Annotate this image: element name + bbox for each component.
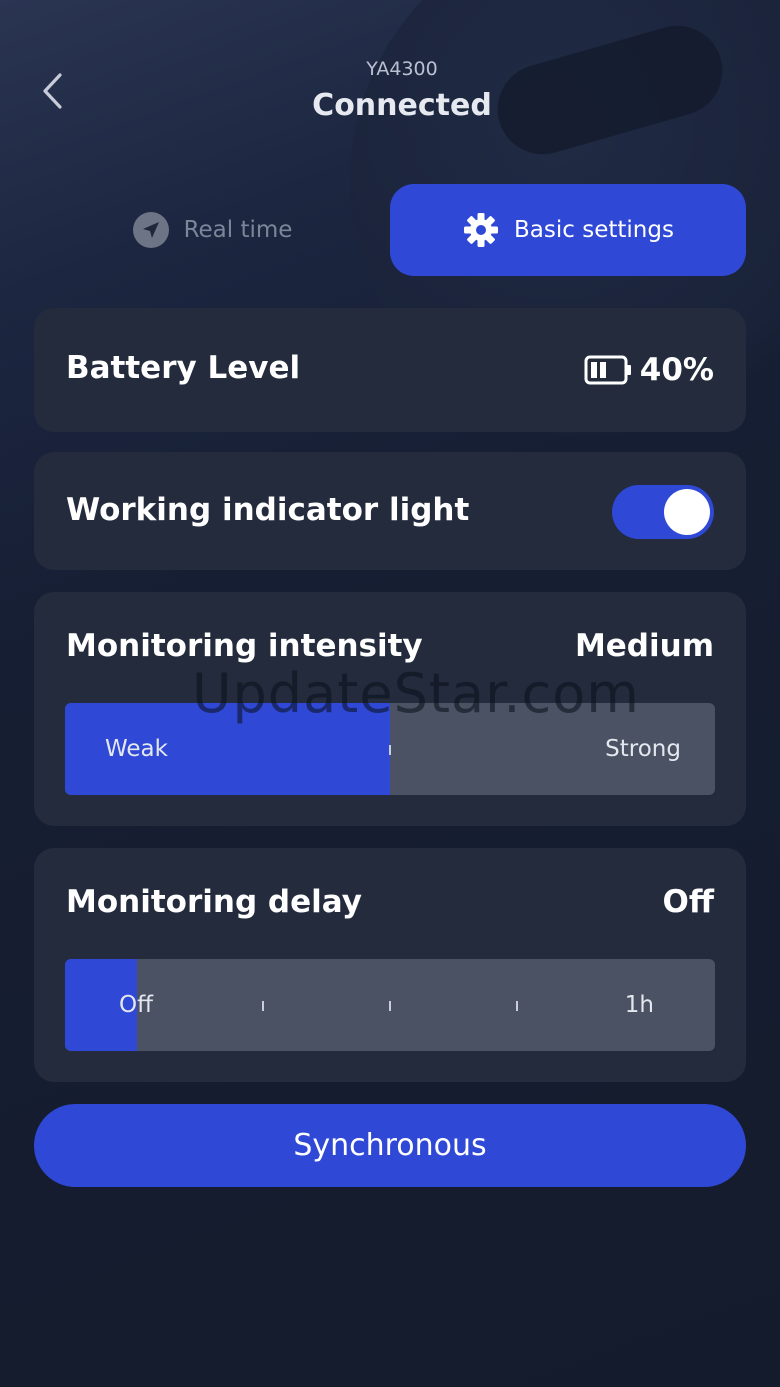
navigation-arrow-icon xyxy=(132,211,170,249)
battery-icon xyxy=(584,355,632,385)
battery-status: 40% xyxy=(584,352,714,388)
indicator-light-toggle[interactable] xyxy=(612,485,714,539)
slider-tick xyxy=(262,1001,264,1011)
gear-icon xyxy=(462,211,500,249)
synchronous-button[interactable]: Synchronous xyxy=(34,1104,746,1187)
indicator-light-card: Working indicator light xyxy=(34,452,746,570)
indicator-light-label: Working indicator light xyxy=(66,492,470,528)
battery-level-value: 40% xyxy=(639,352,714,388)
monitoring-delay-slider[interactable]: Off 1h xyxy=(65,959,715,1051)
intensity-max-label: Strong xyxy=(605,736,681,762)
delay-min-label: Off xyxy=(119,992,153,1018)
tab-real-time-label: Real time xyxy=(183,217,293,243)
battery-level-card: Battery Level 40% xyxy=(34,308,746,432)
tab-basic-settings-label: Basic settings xyxy=(514,217,674,243)
tab-bar: Real time Basic settings xyxy=(34,184,746,276)
monitoring-intensity-label: Monitoring intensity xyxy=(66,628,423,664)
slider-tick xyxy=(516,1001,518,1011)
slider-tick xyxy=(389,1001,391,1011)
tab-real-time[interactable]: Real time xyxy=(34,184,390,276)
device-name: YA4300 xyxy=(366,58,438,80)
intensity-min-label: Weak xyxy=(105,736,168,762)
connection-status: Connected xyxy=(312,88,492,123)
monitoring-intensity-value: Medium xyxy=(574,628,714,664)
header: YA4300 Connected xyxy=(0,0,780,160)
toggle-knob xyxy=(664,489,710,535)
monitoring-intensity-card: Monitoring intensity Medium Weak Strong xyxy=(34,592,746,826)
tab-basic-settings[interactable]: Basic settings xyxy=(390,184,746,276)
monitoring-delay-label: Monitoring delay xyxy=(66,884,362,920)
monitoring-intensity-slider[interactable]: Weak Strong xyxy=(65,703,715,795)
monitoring-delay-value: Off xyxy=(662,884,714,920)
battery-level-label: Battery Level xyxy=(66,350,301,386)
delay-max-label: 1h xyxy=(624,992,654,1018)
slider-tick xyxy=(389,745,391,755)
monitoring-delay-card: Monitoring delay Off Off 1h xyxy=(34,848,746,1082)
